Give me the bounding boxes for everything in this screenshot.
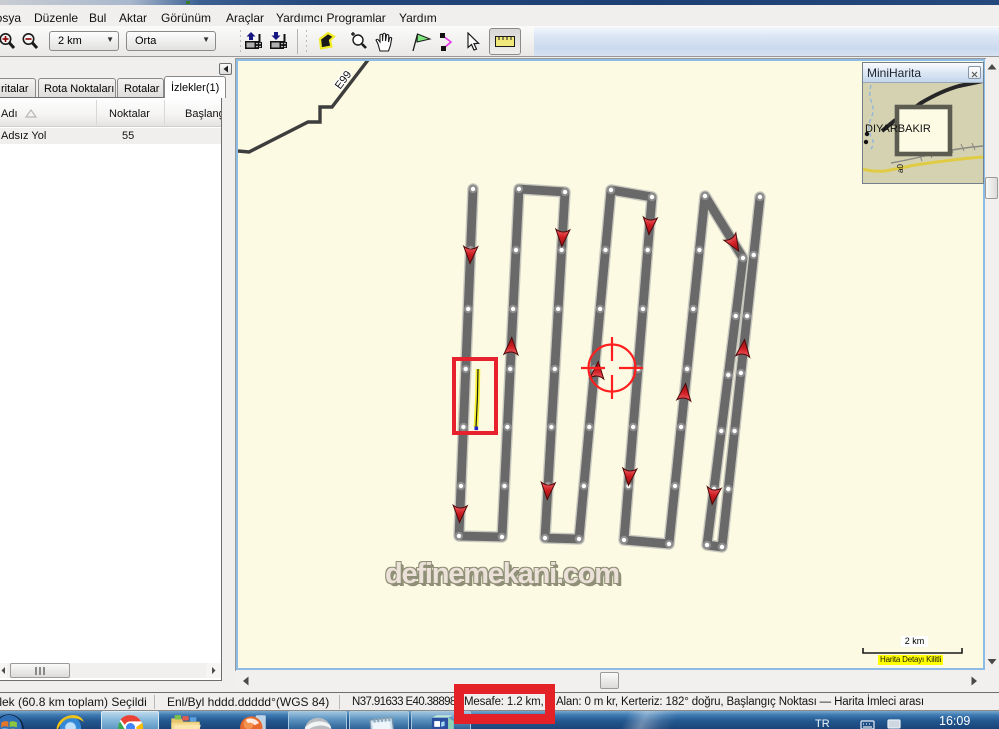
- svg-text:DIYARBAKIR: DIYARBAKIR: [865, 123, 931, 135]
- svg-text:E99: E99: [333, 69, 354, 92]
- svg-text:a0: a0: [896, 164, 905, 173]
